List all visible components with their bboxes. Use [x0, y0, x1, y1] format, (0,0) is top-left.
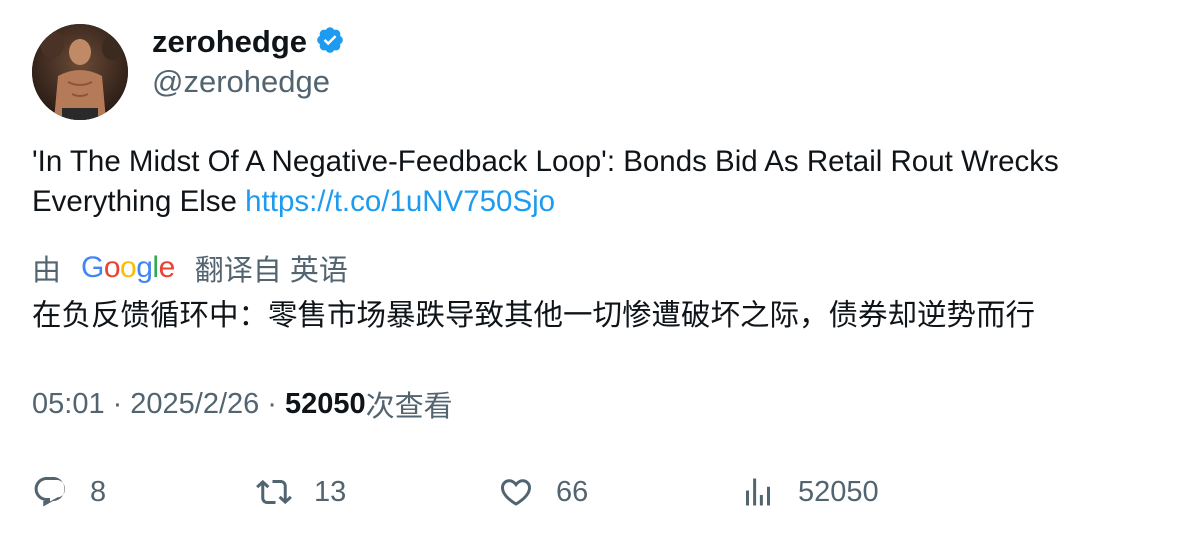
like-button[interactable]: 66	[498, 470, 588, 514]
translation-attribution: 由 Google 翻译自 英语	[32, 246, 348, 290]
retweet-button[interactable]: 13	[256, 470, 346, 514]
like-icon	[500, 479, 532, 506]
views-count: 52050	[284, 387, 366, 420]
tweet-text: 'In The Midst Of A Negative-Feedback Loo…	[32, 142, 1172, 222]
display-name[interactable]: zerohedge	[152, 24, 307, 60]
views-label: 次查看	[365, 391, 453, 423]
tweet-date[interactable]: 2025/2/26	[130, 388, 259, 421]
meta-separator: ·	[267, 387, 277, 420]
meta-separator: ·	[112, 387, 123, 420]
retweet-icon	[256, 479, 292, 505]
user-handle[interactable]: @zerohedge	[152, 64, 330, 100]
views-total: 52050	[798, 475, 879, 508]
like-count: 66	[556, 475, 589, 508]
user-name-row: zerohedge	[152, 22, 345, 62]
action-bar: 8 13 66 52050	[32, 470, 1172, 514]
avatar[interactable]	[32, 24, 128, 120]
views-button[interactable]: 52050	[740, 470, 879, 514]
translated-text: 在负反馈循环中：零售市场暴跌导致其他一切惨遭破坏之际，债券却逆势而行	[32, 299, 1036, 332]
verified-badge-icon	[315, 25, 345, 60]
views-icon	[746, 478, 770, 506]
reply-button[interactable]: 8	[32, 470, 106, 514]
google-logo: Google	[81, 251, 175, 284]
translation-prefix: 由	[32, 255, 62, 287]
translation-suffix: 翻译自 英语	[194, 255, 348, 287]
reply-count: 8	[90, 475, 107, 508]
tweet-time[interactable]: 05:01	[32, 388, 105, 421]
tweet-meta: 05:01 · 2025/2/26 · 52050 次查看	[32, 384, 453, 424]
reply-icon	[34, 477, 65, 507]
retweet-count: 13	[314, 475, 347, 508]
tweet-link[interactable]: https://t.co/1uNV750Sjo	[245, 185, 555, 218]
